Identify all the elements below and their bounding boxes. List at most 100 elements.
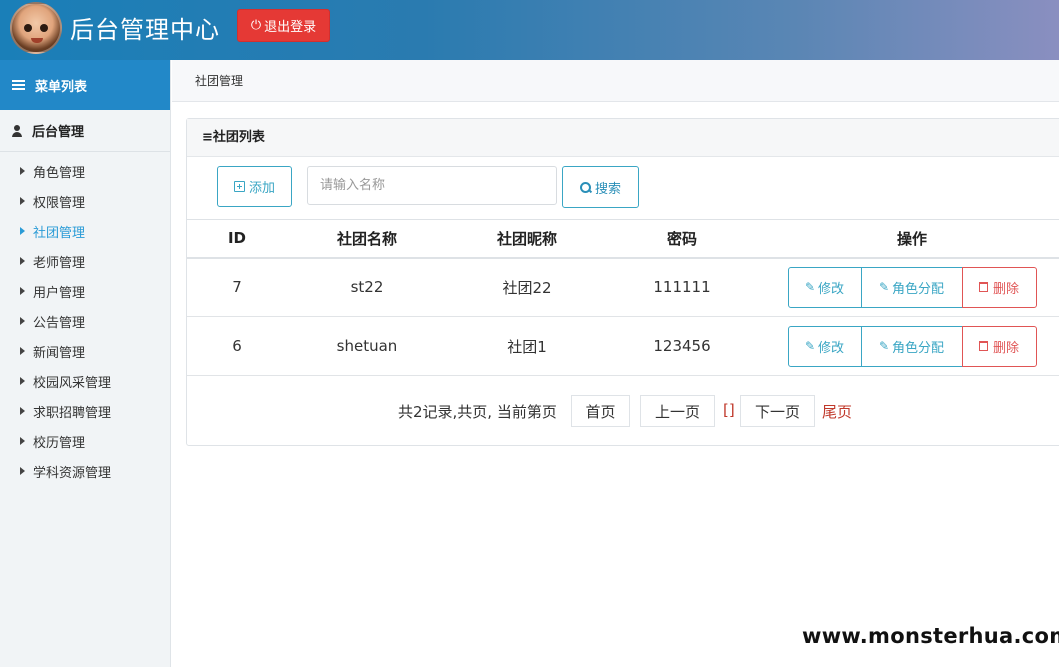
sidebar-item[interactable]: 校历管理 bbox=[0, 426, 170, 456]
sidebar-item-label: 社团管理 bbox=[33, 225, 86, 241]
edit-button[interactable]: ✎ 修改 bbox=[787, 266, 862, 308]
assign-role-button[interactable]: ✎ 角色分配 bbox=[861, 325, 963, 367]
caret-right-icon bbox=[20, 377, 25, 385]
sidebar-item-label: 角色管理 bbox=[33, 165, 86, 181]
page-numbers[interactable]: [] bbox=[723, 401, 735, 419]
sidebar-item-label: 校园风采管理 bbox=[33, 375, 112, 391]
caret-right-icon bbox=[20, 317, 25, 325]
sidebar-item-label: 老师管理 bbox=[33, 255, 86, 271]
cell-actions: ✎ 修改 ✎ 角色分配 删除 bbox=[757, 257, 1059, 317]
delete-label: 删除 bbox=[992, 281, 1019, 297]
role-label: 角色分配 bbox=[892, 281, 945, 297]
caret-right-icon bbox=[20, 257, 25, 265]
sidebar-item-label: 公告管理 bbox=[33, 315, 86, 331]
sidebar-item-label: 求职招聘管理 bbox=[33, 405, 112, 421]
section-title-label: 后台管理 bbox=[32, 125, 85, 140]
panel-title: ≡社团列表 bbox=[187, 119, 1059, 157]
breadcrumb: 社团管理 bbox=[172, 60, 1059, 102]
user-icon bbox=[12, 124, 22, 137]
logout-button[interactable]: ⏻ 退出登录 bbox=[237, 9, 330, 42]
trash-icon bbox=[978, 282, 988, 293]
prev-page-button[interactable]: 上一页 bbox=[640, 395, 715, 427]
caret-right-icon bbox=[20, 347, 25, 355]
caret-right-icon bbox=[20, 167, 25, 175]
cell-nickname: 社团22 bbox=[447, 257, 607, 317]
club-table: ID 社团名称 社团昵称 密码 操作 7 st22 社团22 111111 ✎ 修改 ✎ 角色… bbox=[187, 219, 1059, 376]
sidebar-item-label: 权限管理 bbox=[33, 195, 86, 211]
club-list-panel: ≡社团列表 添加 搜索 ID 社团名称 社团昵称 密码 操作 7st22社团22… bbox=[186, 118, 1059, 446]
sidebar-item[interactable]: 社团管理 bbox=[0, 216, 170, 246]
sidebar: 菜单列表 后台管理 角色管理权限管理社团管理老师管理用户管理公告管理新闻管理校园… bbox=[0, 60, 171, 667]
sidebar-item[interactable]: 角色管理 bbox=[0, 156, 170, 186]
delete-button[interactable]: 删除 bbox=[961, 325, 1037, 367]
sidebar-item-label: 学科资源管理 bbox=[33, 465, 112, 481]
edit-label: 修改 bbox=[818, 281, 845, 297]
action-group: ✎ 修改 ✎ 角色分配 删除 bbox=[787, 325, 1037, 367]
edit-icon: ✎ bbox=[878, 339, 890, 353]
logout-label: 退出登录 bbox=[264, 20, 317, 35]
sidebar-item[interactable]: 公告管理 bbox=[0, 306, 170, 336]
delete-button[interactable]: 删除 bbox=[961, 266, 1037, 308]
table-header-row: ID 社团名称 社团昵称 密码 操作 bbox=[187, 219, 1059, 259]
header-actions: 操作 bbox=[757, 219, 1059, 259]
table-row: 7 st22 社团22 111111 ✎ 修改 ✎ 角色分配 删除 bbox=[187, 257, 1059, 317]
plus-icon bbox=[233, 181, 245, 192]
header-nickname: 社团昵称 bbox=[447, 219, 607, 259]
header-password: 密码 bbox=[607, 219, 757, 259]
first-page-button[interactable]: 首页 bbox=[571, 395, 630, 427]
cell-actions: ✎ 修改 ✎ 角色分配 删除 bbox=[757, 316, 1059, 376]
delete-label: 删除 bbox=[992, 340, 1019, 356]
caret-right-icon bbox=[20, 437, 25, 445]
sidebar-item[interactable]: 校园风采管理 bbox=[0, 366, 170, 396]
app-title: 后台管理中心 bbox=[70, 16, 220, 44]
sidebar-item-label: 新闻管理 bbox=[33, 345, 86, 361]
pager-info: 共2记录,共页, 当前第页 bbox=[398, 403, 557, 421]
search-input[interactable] bbox=[307, 166, 557, 205]
caret-right-icon bbox=[20, 467, 25, 475]
caret-right-icon bbox=[20, 407, 25, 415]
sidebar-item-label: 用户管理 bbox=[33, 285, 86, 301]
section-title[interactable]: 后台管理 bbox=[0, 110, 170, 152]
role-label: 角色分配 bbox=[892, 340, 945, 356]
menu-header: 菜单列表 bbox=[0, 60, 170, 110]
top-header: 后台管理中心 ⏻ 退出登录 bbox=[0, 0, 1059, 60]
sidebar-nav: 角色管理权限管理社团管理老师管理用户管理公告管理新闻管理校园风采管理 求职招聘管理… bbox=[0, 152, 170, 486]
edit-button[interactable]: ✎ 修改 bbox=[787, 325, 862, 367]
cell-password: 123456 bbox=[607, 316, 757, 376]
avatar bbox=[10, 2, 62, 54]
cell-id: 7 bbox=[187, 257, 287, 317]
table-row: 6 shetuan 社团1 123456 ✎ 修改 ✎ 角色分配 删除 bbox=[187, 316, 1059, 376]
assign-role-button[interactable]: ✎ 角色分配 bbox=[861, 266, 963, 308]
list-icon bbox=[12, 79, 25, 91]
caret-right-icon bbox=[20, 197, 25, 205]
cell-id: 6 bbox=[187, 316, 287, 376]
toolbar: 添加 搜索 bbox=[187, 157, 1059, 219]
search-icon bbox=[579, 181, 591, 193]
last-page-link[interactable]: 尾页 bbox=[822, 401, 852, 422]
edit-label: 修改 bbox=[818, 340, 845, 356]
sidebar-item[interactable]: 权限管理 bbox=[0, 186, 170, 216]
sidebar-item[interactable]: 老师管理 bbox=[0, 246, 170, 276]
sidebar-item[interactable]: 求职招聘管理 bbox=[0, 396, 170, 426]
search-button[interactable]: 搜索 bbox=[562, 166, 639, 208]
sidebar-item[interactable]: 新闻管理 bbox=[0, 336, 170, 366]
next-page-button[interactable]: 下一页 bbox=[740, 395, 815, 427]
edit-icon: ✎ bbox=[878, 280, 890, 295]
cell-nickname: 社团1 bbox=[447, 316, 607, 376]
power-icon: ⏻ bbox=[250, 18, 262, 33]
watermark: www.monsterhua.com bbox=[802, 624, 1059, 648]
cell-name: shetuan bbox=[287, 316, 447, 376]
header-name: 社团名称 bbox=[287, 219, 447, 259]
menu-title: 菜单列表 bbox=[35, 79, 88, 95]
add-button[interactable]: 添加 bbox=[217, 166, 292, 207]
caret-right-icon bbox=[20, 227, 25, 235]
sidebar-item[interactable]: 学科资源管理 bbox=[0, 456, 170, 486]
add-label: 添加 bbox=[248, 181, 275, 196]
cell-name: st22 bbox=[287, 257, 447, 317]
sidebar-item[interactable]: 用户管理 bbox=[0, 276, 170, 306]
header-id: ID bbox=[187, 219, 287, 259]
search-label: 搜索 bbox=[594, 181, 621, 197]
sidebar-item-label: 校历管理 bbox=[33, 435, 86, 451]
action-group: ✎ 修改 ✎ 角色分配 删除 bbox=[787, 266, 1037, 308]
caret-right-icon bbox=[20, 287, 25, 295]
